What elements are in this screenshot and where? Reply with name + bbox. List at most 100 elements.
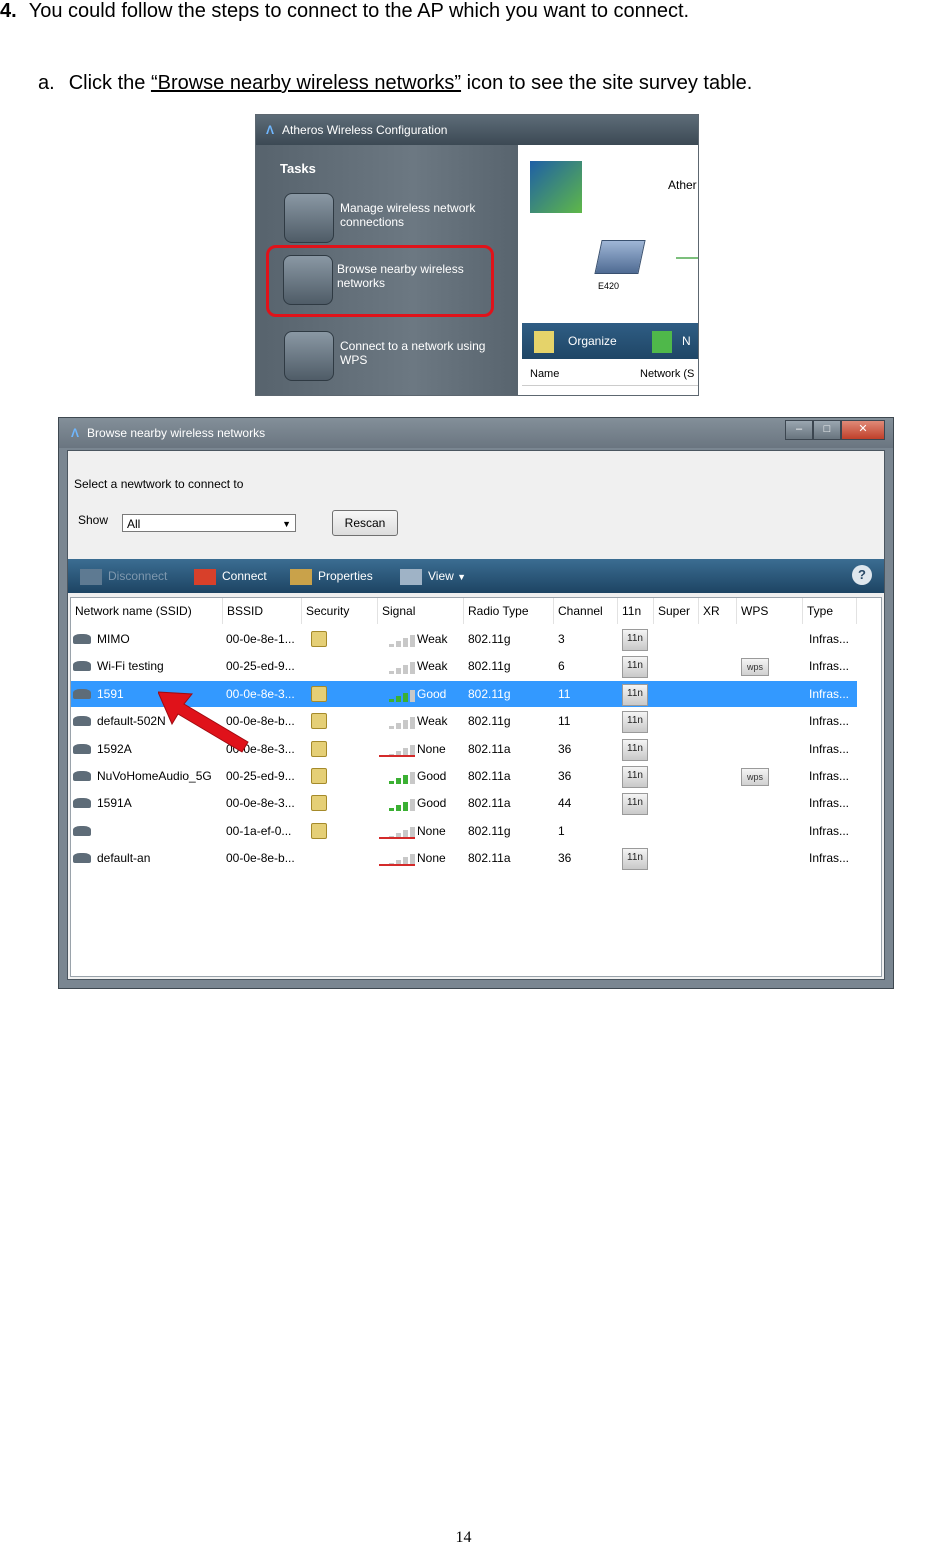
ssid-cell: 1591 bbox=[97, 686, 124, 701]
lock-icon bbox=[311, 822, 327, 839]
minimize-icon[interactable]: – bbox=[785, 420, 813, 440]
properties-icon bbox=[290, 568, 312, 585]
bssid-cell: 00-1a-ef-0... bbox=[226, 823, 292, 838]
table-row[interactable]: default-an 00-0e-8e-b... None 802.11a 36 11n I… bbox=[71, 845, 857, 871]
page-number: 14 bbox=[455, 1529, 472, 1546]
disconnect-label: Disconnect bbox=[108, 569, 168, 583]
n11-icon: 11n bbox=[622, 848, 648, 871]
radio-type-cell: 802.11a bbox=[468, 851, 511, 866]
task-browse-label: Browse nearby wireless networks bbox=[337, 262, 464, 290]
col-radio-type[interactable]: Radio Type bbox=[464, 598, 554, 624]
atheros-titlebar: Λ Atheros Wireless Configuration bbox=[256, 115, 698, 145]
col-super[interactable]: Super bbox=[654, 598, 699, 624]
signal-bars-icon bbox=[379, 715, 415, 730]
network-manage-icon bbox=[284, 193, 334, 243]
col-wps[interactable]: WPS bbox=[737, 598, 803, 624]
ssid-cell: MIMO bbox=[97, 632, 130, 646]
channel-cell: 11 bbox=[558, 714, 571, 729]
access-point-icon bbox=[73, 688, 91, 699]
radio-type-cell: 802.11a bbox=[468, 796, 511, 811]
task-connect-wps[interactable]: Connect to a network using WPS bbox=[282, 329, 507, 383]
close-icon[interactable]: ✕ bbox=[841, 420, 885, 440]
lock-icon bbox=[311, 631, 327, 647]
type-cell: Infras... bbox=[809, 823, 850, 838]
channel-cell: 6 bbox=[558, 659, 565, 674]
table-row[interactable]: 1592A 00-0e-8e-3... None 802.11a 36 11n Infras… bbox=[71, 736, 857, 762]
atheros-config-screenshot: Λ Atheros Wireless Configuration Tasks Ma… bbox=[255, 114, 699, 396]
radio-type-cell: 802.11g bbox=[468, 632, 511, 646]
network-toolbar: Disconnect Connect Properties View ▼ ? bbox=[68, 559, 884, 593]
column-network[interactable]: Network (S bbox=[640, 363, 694, 385]
bssid-cell: 00-0e-8e-3... bbox=[226, 686, 295, 701]
help-icon[interactable]: ? bbox=[852, 565, 872, 585]
connect-label: Connect bbox=[222, 569, 267, 583]
browse-networks-window: Λ Browse nearby wireless networks – □ ✕ S… bbox=[58, 417, 894, 989]
signal-bars-icon bbox=[379, 660, 415, 675]
disconnect-icon bbox=[80, 568, 102, 585]
signal-bars-icon bbox=[379, 743, 415, 757]
type-cell: Infras... bbox=[809, 851, 850, 866]
signal-bars-icon bbox=[379, 688, 415, 702]
type-cell: Infras... bbox=[809, 741, 850, 756]
col-bssid[interactable]: BSSID bbox=[223, 598, 302, 624]
col-type[interactable]: Type bbox=[803, 598, 857, 624]
properties-label: Properties bbox=[318, 569, 373, 583]
table-row[interactable]: 1591 00-0e-8e-3... Good 802.11g 11 11n Infras.… bbox=[71, 680, 857, 707]
connect-button[interactable]: Connect bbox=[194, 559, 267, 593]
browse-window-title: Browse nearby wireless networks bbox=[87, 426, 266, 440]
view-button[interactable]: View ▼ bbox=[400, 559, 466, 593]
tasks-heading: Tasks bbox=[280, 161, 316, 176]
step-number: 4. bbox=[0, 0, 17, 22]
col-xr[interactable]: XR bbox=[699, 598, 737, 624]
view-label: View bbox=[428, 569, 454, 583]
table-row[interactable]: 00-1a-ef-0... None 802.11g 1 Infras... bbox=[71, 818, 857, 844]
table-row[interactable]: MIMO 00-0e-8e-1... Weak 802.11g 3 11n Infras..… bbox=[71, 626, 857, 652]
col-signal[interactable]: Signal bbox=[378, 598, 464, 624]
properties-button[interactable]: Properties bbox=[290, 559, 373, 593]
n11-icon: 11n bbox=[622, 766, 648, 788]
atheros-logo-icon: Λ bbox=[71, 426, 80, 440]
view-dropdown-icon: ▼ bbox=[457, 572, 467, 582]
channel-cell: 36 bbox=[558, 851, 572, 866]
signal-bars-icon bbox=[379, 797, 415, 812]
task-manage-networks[interactable]: Manage wireless network connections bbox=[282, 191, 507, 245]
col-11n[interactable]: 11n bbox=[618, 598, 654, 624]
wps-icon: wps bbox=[741, 658, 769, 677]
bssid-cell: 00-0e-8e-b... bbox=[226, 714, 295, 729]
signal-cell: Good bbox=[417, 686, 447, 701]
organize-toolbar: Organize N bbox=[522, 323, 698, 359]
task-browse-networks[interactable]: Browse nearby wireless networks bbox=[266, 245, 494, 317]
table-row[interactable]: NuVoHomeAudio_5G 00-25-ed-9... Good 802.11a… bbox=[71, 763, 857, 789]
step-text: You could follow the steps to connect to… bbox=[28, 0, 690, 22]
col-ssid[interactable]: Network name (SSID) bbox=[71, 598, 223, 624]
channel-cell: 44 bbox=[558, 796, 572, 811]
column-name[interactable]: Name bbox=[530, 363, 559, 385]
bssid-cell: 00-25-ed-9... bbox=[226, 769, 295, 783]
laptop-icon bbox=[594, 240, 646, 274]
maximize-icon[interactable]: □ bbox=[813, 420, 841, 440]
wps-icon: wps bbox=[741, 768, 769, 786]
new-button[interactable]: N bbox=[682, 323, 691, 359]
atheros-main-pane: Ather E420 Organize N Name Network (S bbox=[518, 145, 698, 395]
view-icon bbox=[400, 568, 422, 585]
n11-icon: 11n bbox=[622, 793, 648, 816]
disconnect-button[interactable]: Disconnect bbox=[80, 559, 167, 593]
lock-icon bbox=[311, 713, 327, 730]
show-filter-select[interactable]: All ▼ bbox=[122, 514, 296, 532]
table-row[interactable]: 1591A 00-0e-8e-3... Good 802.11a 44 11n Infras… bbox=[71, 790, 857, 816]
show-filter-value: All bbox=[127, 517, 141, 531]
radio-type-cell: 802.11g bbox=[468, 714, 511, 729]
brand-logo bbox=[530, 161, 582, 213]
rescan-button[interactable]: Rescan bbox=[332, 510, 398, 536]
access-point-icon bbox=[73, 743, 91, 754]
table-row[interactable]: Wi-Fi testing 00-25-ed-9... Weak 802.11g 6 11… bbox=[71, 653, 857, 679]
signal-bars-icon bbox=[379, 633, 415, 647]
organize-button[interactable]: Organize bbox=[568, 323, 617, 359]
chevron-down-icon: ▼ bbox=[282, 519, 291, 529]
substep-a: a. Click the “Browse nearby wireless netw… bbox=[38, 72, 752, 95]
col-security[interactable]: Security bbox=[302, 598, 378, 624]
ssid-cell: Wi-Fi testing bbox=[97, 659, 164, 674]
col-channel[interactable]: Channel bbox=[554, 598, 618, 624]
table-row[interactable]: default-502N 00-0e-8e-b... Weak 802.11g 11 11… bbox=[71, 708, 857, 734]
profile-list-header: Name Network (S bbox=[522, 363, 698, 386]
